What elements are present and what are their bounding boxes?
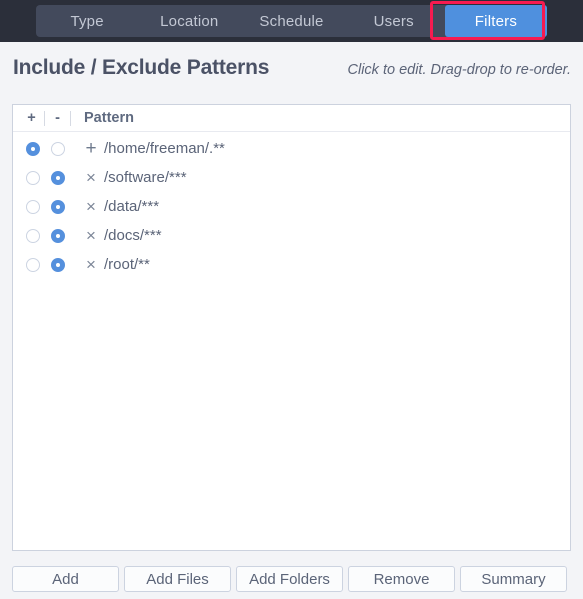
button-label: Remove [373, 570, 430, 588]
tab-schedule[interactable]: Schedule [240, 5, 342, 37]
include-radio-cell[interactable] [20, 199, 45, 214]
exclude-radio[interactable] [50, 170, 65, 185]
table-row[interactable]: × /root/** [13, 250, 570, 279]
patterns-list-panel: + - Pattern + /home/freeman/.** × /software… [12, 104, 571, 551]
tab-users[interactable]: Users [343, 5, 445, 37]
tab-label: Type [70, 12, 104, 30]
pattern-text: /software/*** [104, 169, 187, 186]
button-label: Add Files [146, 570, 209, 588]
patterns-row-list: + /home/freeman/.** × /software/*** × /data/*… [13, 132, 570, 279]
page-header: Include / Exclude Patterns Click to edit… [0, 42, 583, 96]
exclude-radio[interactable] [50, 228, 65, 243]
header-separator [44, 110, 45, 126]
exclude-radio[interactable] [50, 257, 65, 272]
include-plus-icon: + [85, 138, 97, 159]
exclude-radio-cell[interactable] [45, 228, 70, 243]
include-radio-cell[interactable] [20, 141, 45, 156]
filters-settings-screen: Type Location Schedule Users Filters Include… [0, 0, 583, 599]
include-radio-cell[interactable] [20, 170, 45, 185]
tab-strip: Type Location Schedule Users Filters [36, 5, 548, 37]
exclude-radio-cell[interactable] [45, 257, 70, 272]
exclude-cross-icon: × [86, 197, 96, 216]
button-label: Add Folders [249, 570, 330, 588]
pattern-text: /data/*** [104, 198, 160, 215]
remove-button[interactable]: Remove [348, 566, 455, 592]
column-header-include: + [27, 110, 36, 126]
button-label: Add [52, 570, 79, 588]
tab-label: Schedule [259, 12, 324, 30]
column-header-pattern: Pattern [84, 110, 134, 126]
page-hint-text: Click to edit. Drag-drop to re-order. [347, 62, 572, 78]
summary-button[interactable]: Summary [460, 566, 567, 592]
tab-label: Filters [474, 12, 518, 30]
exclude-radio[interactable] [50, 141, 65, 156]
tab-type[interactable]: Type [36, 5, 138, 37]
column-header-exclude: - [55, 110, 60, 126]
tab-label: Users [373, 12, 414, 30]
tab-filters[interactable]: Filters [444, 5, 548, 37]
add-button[interactable]: Add [12, 566, 119, 592]
exclude-radio[interactable] [50, 199, 65, 214]
button-label: Summary [481, 570, 546, 588]
include-radio-cell[interactable] [20, 228, 45, 243]
pattern-text: /docs/*** [104, 227, 162, 244]
include-radio-cell[interactable] [20, 257, 45, 272]
exclude-radio-cell[interactable] [45, 170, 70, 185]
header-separator [70, 110, 71, 126]
include-radio[interactable] [25, 170, 40, 185]
pattern-text: /home/freeman/.** [104, 140, 225, 157]
exclude-radio-cell[interactable] [45, 199, 70, 214]
add-files-button[interactable]: Add Files [124, 566, 231, 592]
table-row[interactable]: × /docs/*** [13, 221, 570, 250]
include-radio[interactable] [25, 228, 40, 243]
exclude-radio-cell[interactable] [45, 141, 70, 156]
action-button-bar: Add Add Files Add Folders Remove Summary [0, 559, 583, 599]
page-title: Include / Exclude Patterns [13, 56, 270, 79]
exclude-cross-icon: × [86, 226, 96, 245]
add-folders-button[interactable]: Add Folders [236, 566, 343, 592]
exclude-cross-icon: × [86, 255, 96, 274]
include-radio[interactable] [25, 141, 40, 156]
patterns-table-header: + - Pattern [13, 105, 570, 132]
pattern-text: /root/** [104, 256, 150, 273]
table-row[interactable]: × /data/*** [13, 192, 570, 221]
table-row[interactable]: + /home/freeman/.** [13, 134, 570, 163]
include-radio[interactable] [25, 199, 40, 214]
tab-bar: Type Location Schedule Users Filters [0, 0, 583, 42]
exclude-cross-icon: × [86, 168, 96, 187]
include-radio[interactable] [25, 257, 40, 272]
tab-location[interactable]: Location [138, 5, 240, 37]
table-row[interactable]: × /software/*** [13, 163, 570, 192]
tab-label: Location [160, 12, 219, 30]
page-body: Include / Exclude Patterns Click to edit… [0, 42, 583, 599]
